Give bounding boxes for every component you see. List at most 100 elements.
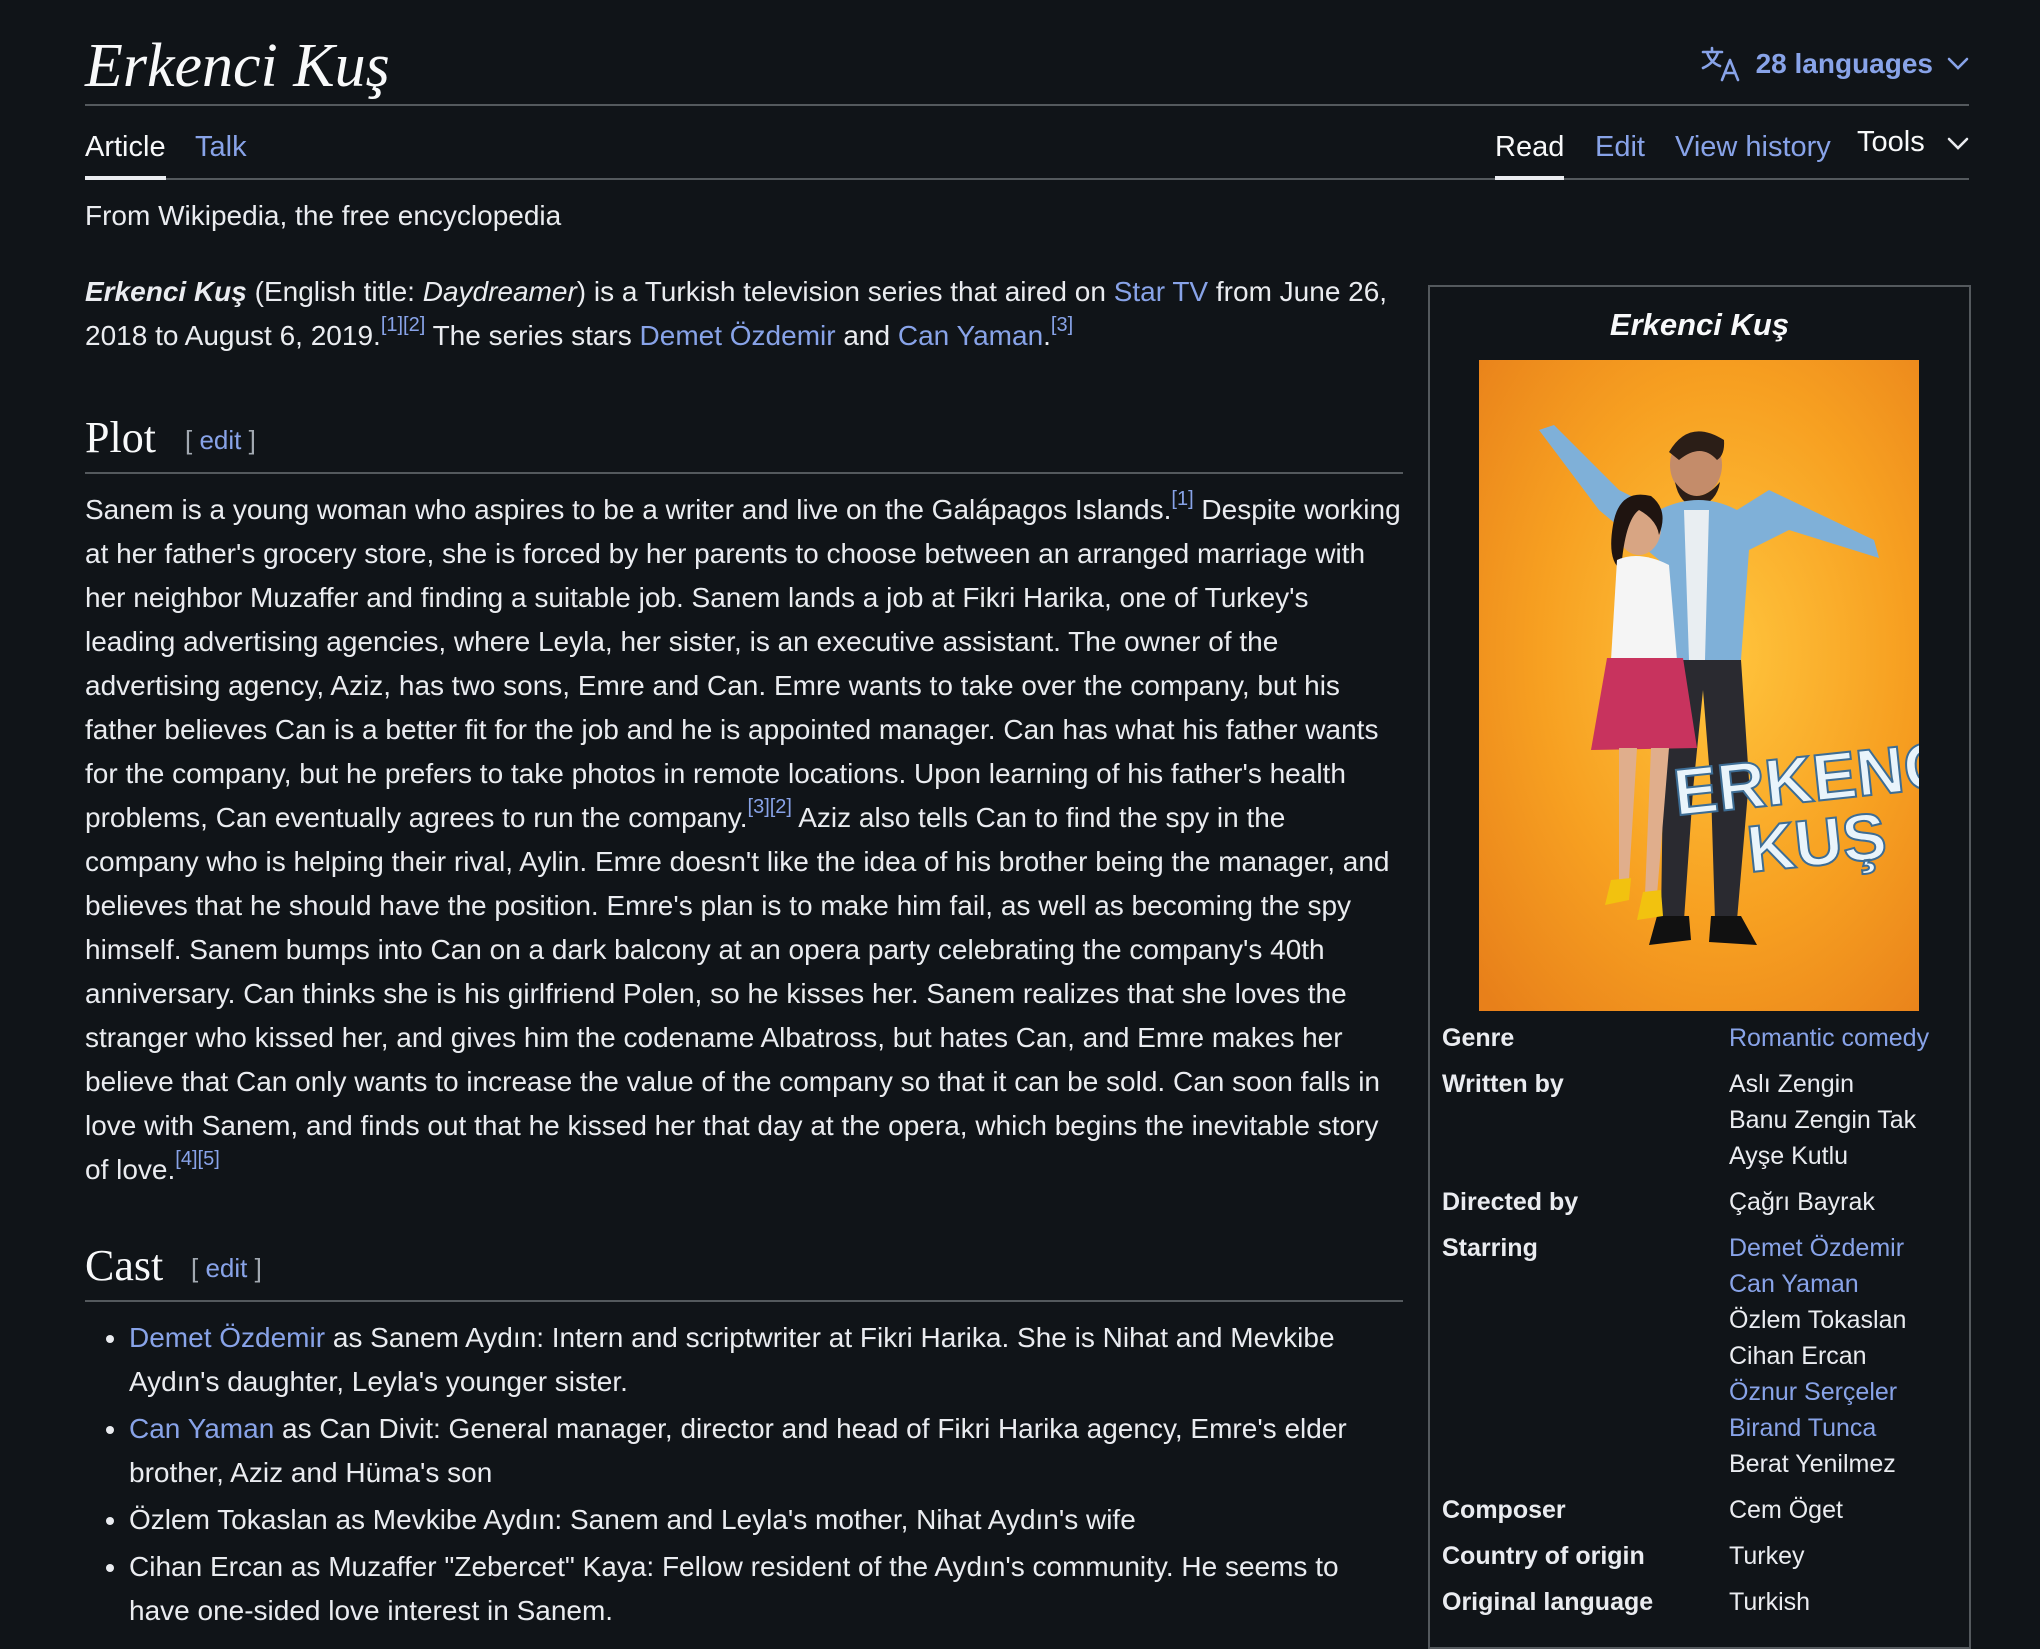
- infobox-value-link[interactable]: Demet Özdemir: [1729, 1230, 1962, 1266]
- chevron-down-icon: [1947, 101, 1969, 183]
- edit-bracket: [: [185, 425, 200, 455]
- cast-description: Özlem Tokaslan as Mevkibe Aydın: Sanem a…: [129, 1504, 1136, 1535]
- section-edit: [ edit ]: [185, 418, 256, 462]
- infobox-value-text: Cem Öget: [1729, 1496, 1843, 1524]
- cast-item: Can Yaman as Can Divit: General manager,…: [129, 1407, 1403, 1495]
- infobox-label: Genre: [1442, 1024, 1515, 1052]
- page-title: Erkenci Kuş: [85, 32, 390, 100]
- reference-link[interactable]: [1]: [1171, 488, 1193, 510]
- section-edit: [ edit ]: [191, 1246, 262, 1290]
- reference-link[interactable]: [4][5]: [175, 1148, 219, 1170]
- infobox-value-text: Çağrı Bayrak: [1729, 1188, 1875, 1216]
- infobox-label: Directed by: [1442, 1188, 1579, 1216]
- tab-talk[interactable]: Talk: [195, 106, 247, 178]
- tab-article[interactable]: Article: [85, 106, 166, 180]
- infobox-value-link[interactable]: Öznur Serçeler: [1729, 1374, 1962, 1410]
- title-bar: Erkenci Kuş 28 languages: [85, 28, 1969, 106]
- english-title: Daydreamer: [422, 276, 577, 307]
- edit-bracket: ]: [241, 425, 256, 455]
- site-tagline: From Wikipedia, the free encyclopedia: [85, 200, 562, 231]
- infobox-value: Demet Özdemir Can Yaman Özlem Tokaslan Ciha…: [1729, 1230, 1962, 1482]
- infobox-row: Original language Turkish: [1442, 1584, 1962, 1620]
- plot-paragraph: Sanem is a young woman who aspires to be…: [85, 488, 1403, 1192]
- intro-bold-title: Erkenci Kuş: [85, 276, 247, 307]
- edit-bracket: [: [191, 1253, 206, 1283]
- infobox-value-text: Banu Zengin Tak: [1729, 1106, 1917, 1134]
- cast-item: Demet Özdemir as Sanem Aydın: Intern and…: [129, 1316, 1403, 1404]
- reference-link[interactable]: [3][2]: [748, 796, 792, 818]
- edit-bracket: ]: [247, 1253, 262, 1283]
- cast-heading: Cast: [85, 1241, 164, 1290]
- infobox-title: Erkenci Kuş: [1609, 307, 1790, 342]
- tools-menu-button[interactable]: Tools: [1857, 106, 1969, 178]
- infobox-label: Country of origin: [1442, 1542, 1645, 1570]
- intro-text: and: [835, 320, 898, 351]
- section-heading-cast: Cast [ edit ]: [85, 1234, 1403, 1302]
- infobox-value: Turkish: [1729, 1584, 1962, 1620]
- chevron-down-icon: [1947, 57, 1969, 71]
- infobox-value-text: Turkish: [1729, 1588, 1811, 1616]
- tab-view-history[interactable]: View history: [1675, 106, 1831, 178]
- infobox: Erkenci Kuş ERKENCI KUŞ Genre Romantic c…: [1428, 285, 1971, 1649]
- infobox-label: Composer: [1442, 1496, 1566, 1524]
- intro-text: (English title:: [246, 276, 423, 307]
- cast-actor-link[interactable]: Demet Özdemir: [129, 1322, 325, 1353]
- cast-description: as Can Divit: General manager, director …: [129, 1413, 1347, 1488]
- infobox-value-text: Cihan Ercan: [1729, 1342, 1867, 1370]
- translate-icon: [1700, 46, 1742, 82]
- infobox-label: Starring: [1442, 1234, 1538, 1262]
- cast-description: Cihan Ercan as Muzaffer "Zebercet" Kaya:…: [129, 1551, 1339, 1626]
- link-demet-ozdemir[interactable]: Demet Özdemir: [640, 320, 836, 351]
- poster-image[interactable]: ERKENCI KUŞ: [1479, 360, 1919, 1011]
- article-body: Erkenci Kuş (English title: Daydreamer) …: [85, 270, 1403, 1636]
- infobox-value-link[interactable]: Romantic comedy: [1729, 1020, 1962, 1056]
- page: Erkenci Kuş 28 languages Article Talk Re…: [85, 0, 1971, 1649]
- link-star-tv[interactable]: Star TV: [1114, 276, 1208, 307]
- cast-actor-link[interactable]: Can Yaman: [129, 1413, 274, 1444]
- link-can-yaman[interactable]: Can Yaman: [898, 320, 1043, 351]
- plot-text: Aziz also tells Can to find the spy in t…: [85, 802, 1390, 1185]
- intro-text: The series stars: [425, 320, 640, 351]
- infobox-rows: Genre Romantic comedy Written by Aslı Zengi…: [1442, 1020, 1962, 1630]
- infobox-row: Starring Demet Özdemir Can Yaman Özlem Toka…: [1442, 1230, 1962, 1482]
- infobox-value: Aslı Zengin Banu Zengin Tak Ayşe Kutlu: [1729, 1066, 1962, 1174]
- reference-link[interactable]: [1][2]: [381, 314, 425, 336]
- infobox-row: Written by Aslı Zengin Banu Zengin Tak Ayşe…: [1442, 1066, 1962, 1174]
- infobox-value-link[interactable]: Birand Tunca: [1729, 1410, 1962, 1446]
- poster-logo-line2: KUŞ: [1743, 798, 1889, 886]
- infobox-value-text: Aslı Zengin: [1729, 1070, 1855, 1098]
- intro-text: ) is a Turkish television series that ai…: [576, 276, 1114, 307]
- edit-cast-link[interactable]: edit: [205, 1253, 247, 1283]
- infobox-value-link[interactable]: Can Yaman: [1729, 1266, 1962, 1302]
- intro-text: .: [1043, 320, 1051, 351]
- reference-link[interactable]: [3]: [1051, 314, 1073, 336]
- edit-plot-link[interactable]: edit: [199, 425, 241, 455]
- section-heading-plot: Plot [ edit ]: [85, 406, 1403, 474]
- plot-text: Sanem is a young woman who aspires to be…: [85, 494, 1172, 525]
- infobox-value-text: Berat Yenilmez: [1729, 1450, 1896, 1478]
- infobox-row: Genre Romantic comedy: [1442, 1020, 1962, 1056]
- language-selector-button[interactable]: 28 languages: [1700, 42, 1969, 86]
- intro-paragraph: Erkenci Kuş (English title: Daydreamer) …: [85, 270, 1403, 358]
- cast-list: Demet Özdemir as Sanem Aydın: Intern and…: [85, 1316, 1403, 1633]
- infobox-row: Country of origin Turkey: [1442, 1538, 1962, 1574]
- infobox-value-text: Turkey: [1729, 1542, 1805, 1570]
- plot-heading: Plot: [85, 413, 156, 462]
- infobox-row: Directed by Çağrı Bayrak: [1442, 1184, 1962, 1220]
- infobox-label: Written by: [1442, 1070, 1564, 1098]
- infobox-value: Turkey: [1729, 1538, 1962, 1574]
- infobox-value-text: Özlem Tokaslan: [1729, 1306, 1907, 1334]
- infobox-value: Cem Öget: [1729, 1492, 1962, 1528]
- plot-text: Despite working at her father's grocery …: [85, 494, 1401, 833]
- tab-read[interactable]: Read: [1495, 106, 1565, 180]
- infobox-value: Çağrı Bayrak: [1729, 1184, 1962, 1220]
- infobox-label: Original language: [1442, 1588, 1654, 1616]
- infobox-value-text: Ayşe Kutlu: [1729, 1142, 1849, 1170]
- tab-bar: Article Talk Read Edit View history Tool…: [85, 106, 1969, 180]
- cast-item: Cihan Ercan as Muzaffer "Zebercet" Kaya:…: [129, 1545, 1403, 1633]
- cast-item: Özlem Tokaslan as Mevkibe Aydın: Sanem a…: [129, 1498, 1403, 1542]
- tab-edit[interactable]: Edit: [1595, 106, 1645, 178]
- language-count: 28 languages: [1755, 48, 1933, 79]
- infobox-row: Composer Cem Öget: [1442, 1492, 1962, 1528]
- infobox-value: Romantic comedy: [1729, 1020, 1962, 1056]
